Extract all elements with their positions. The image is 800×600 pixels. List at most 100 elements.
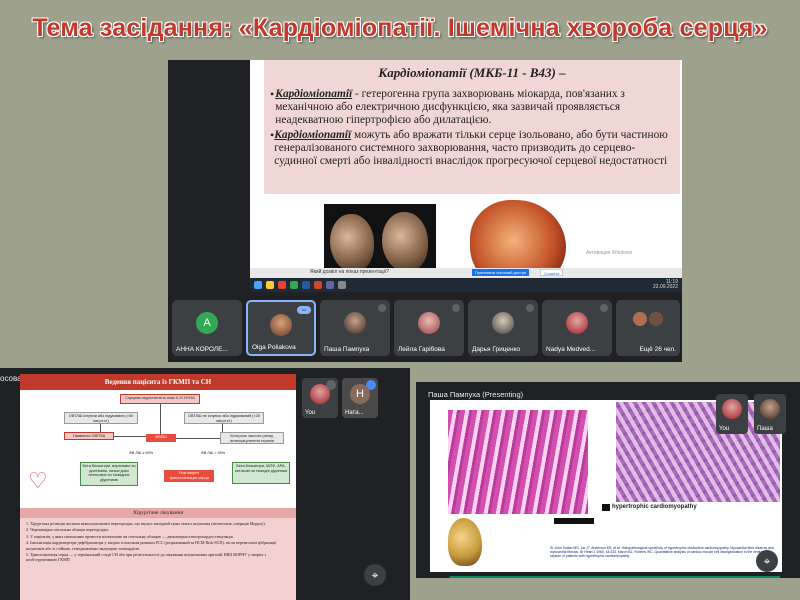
surgical-title: Хірургічне лікування — [20, 508, 296, 518]
avatar: Н — [350, 384, 370, 404]
hide-button[interactable]: Сховати — [540, 269, 564, 276]
avatar — [344, 312, 366, 334]
powerpoint-icon[interactable] — [314, 281, 322, 289]
flow-box: Наявність ОВТЛШ — [64, 432, 114, 440]
participant-name: Nadya Medved... — [546, 346, 596, 353]
presenting-label: Паша Пампуха (Presenting) — [428, 390, 524, 399]
flow-arrow — [160, 404, 161, 434]
start-icon[interactable] — [254, 281, 262, 289]
participant-tile[interactable]: You — [716, 394, 748, 434]
slide-bullet: • Кардіоміопатії - гетерогенна група зах… — [270, 88, 674, 127]
clock-date: 22.09.2022 — [652, 284, 678, 290]
folder-icon[interactable] — [266, 281, 274, 289]
mic-off-icon — [526, 304, 534, 312]
windows-taskbar: 11:19 22.09.2022 — [250, 278, 682, 292]
meeting-screenshot-1: Кардіоміопатії (МКБ-11 - B43) – • Кардіо… — [168, 60, 682, 362]
list-item: 5. Трансплантація серця — у термінальній… — [26, 552, 267, 563]
expand-icon[interactable]: ⌖ — [364, 564, 386, 586]
taskbar-clock: 11:19 22.09.2022 — [653, 280, 678, 290]
avatar — [633, 312, 648, 326]
app-icon[interactable] — [338, 281, 346, 289]
progress-line — [450, 576, 780, 578]
list-item: 2. Черезшкірна септальна абляція перегор… — [26, 527, 109, 533]
participant-name: Olga Poliakova — [252, 344, 296, 351]
avatar — [566, 312, 588, 334]
avatar — [310, 384, 330, 404]
flow-box: ФВ ЛШ ≥ 50% — [128, 451, 154, 455]
participant-name: Лейла Гарібова — [398, 346, 445, 353]
avatar — [722, 399, 742, 419]
participant-name: АННА КОРОЛЕ... — [176, 346, 228, 353]
list-item: 1. Хірургічна резекція частини міжшлуноч… — [26, 521, 266, 526]
flow-box: ОВТЛШ не існуючи або індукований (<30 мм… — [184, 412, 264, 424]
participant-tile[interactable]: A АННА КОРОЛЕ... — [172, 300, 242, 356]
participant-tile[interactable]: Н Ната... — [342, 378, 378, 418]
participant-name: You — [305, 410, 316, 416]
expand-icon[interactable]: ⌖ — [756, 550, 778, 572]
list-item: 3. У пацієнтів, у яких неможливо провест… — [26, 533, 234, 539]
participant-strip: A АННА КОРОЛЕ... ••• Olga Poliakova Паша… — [170, 300, 682, 358]
browser-icon[interactable] — [278, 281, 286, 289]
bullet-term: Кардіоміопатії — [275, 88, 353, 100]
flow-arrow — [222, 424, 223, 432]
stop-sharing-button[interactable]: Припинити спільний доступ — [472, 269, 530, 276]
participant-tile[interactable]: ••• Olga Poliakova — [246, 300, 316, 356]
surgical-list: 1. Хірургічна резекція частини міжшлуноч… — [20, 518, 296, 600]
participant-tile[interactable]: Дарья Гриценко — [468, 300, 538, 356]
flow-box: ОВТЛШ існуючи або індукована (>30 мм.рт.… — [64, 412, 138, 424]
avatar: A — [196, 312, 218, 334]
participant-name: Ната... — [345, 410, 364, 416]
avatar — [270, 314, 292, 336]
avatar — [492, 312, 514, 334]
participant-tile[interactable]: Паша — [754, 394, 786, 434]
meeting-screenshot-3: Паша Пампуха (Presenting) hypertrophic c… — [416, 382, 800, 578]
participant-tile[interactable]: Паша Пампуха — [320, 300, 390, 356]
word-icon[interactable] — [302, 281, 310, 289]
flow-box: Контроль частоти ритму, антикоагулянтна … — [220, 432, 284, 444]
flow-arrow — [176, 438, 220, 439]
flow-box: Бета блокатори, верапаміл чи дилтіазем, … — [80, 462, 138, 486]
participant-name: Паша Пампуха — [324, 346, 370, 353]
heart-image — [448, 518, 482, 566]
heart-outline-icon: ♡ — [28, 468, 48, 493]
references-text: Sr John Sutton MG, Lie JT, Anderson KR, … — [550, 546, 774, 559]
heart-section-image — [324, 204, 436, 278]
participant-name: Паша — [757, 426, 773, 432]
treatment-flowchart: Серцева недостатність клас II-IV NYHA ОВ… — [24, 392, 292, 502]
flow-arrow — [114, 436, 146, 437]
flow-box: Бета блокатори, ІАПФ, АРА, петльові чи т… — [232, 462, 290, 484]
participant-name: You — [719, 426, 730, 432]
flow-box: Серцева недостатність клас II-IV NYHA — [120, 394, 200, 404]
flow-box: ФВЛШ — [146, 434, 176, 442]
bullet-term: Кардіоміопатії — [274, 129, 352, 141]
speaking-indicator-icon: ••• — [297, 306, 311, 314]
more-participants-count: Ещё 26 чел. — [639, 346, 676, 353]
slide-caption: hypertrophic cardiomyopathy — [612, 504, 697, 510]
participant-tile[interactable]: Лейла Гарібова — [394, 300, 464, 356]
avatar — [648, 312, 663, 326]
slide-title: Ведення пацієнта із ГКМП та СН — [20, 374, 296, 390]
avatar — [760, 399, 780, 419]
participant-tile[interactable]: You — [302, 378, 338, 418]
participant-tile[interactable]: Nadya Medved... — [542, 300, 612, 356]
participant-name: Дарья Гриценко — [472, 346, 521, 353]
histology-image-normal — [448, 410, 588, 514]
page-title: Тема засідання: «Кардіоміопатії. Ішемічн… — [32, 14, 768, 42]
avatar — [418, 312, 440, 334]
shared-slide: Кардіоміопатії (МКБ-11 - B43) – • Кардіо… — [250, 60, 682, 290]
more-participants-tile[interactable]: Ещё 26 чел. — [616, 300, 680, 356]
slide-body: • Кардіоміопатії - гетерогенна група зах… — [264, 86, 680, 194]
slide-bullet: • Кардіоміопатії можуть або вражати тіль… — [270, 129, 674, 168]
mic-off-icon — [378, 304, 386, 312]
mic-off-icon — [600, 304, 608, 312]
list-item: 4. Імплантація кардіовертера-дефібрилято… — [26, 540, 277, 551]
flow-box: Розглянути трансплантацію серця — [164, 470, 214, 482]
slide-header: Кардіоміопатії (МКБ-11 - B43) – — [264, 60, 680, 86]
app-icon[interactable] — [290, 281, 298, 289]
shared-slide: Ведення пацієнта із ГКМП та СН Серцева н… — [20, 374, 296, 600]
teams-icon[interactable] — [326, 281, 334, 289]
flow-arrow — [100, 424, 101, 432]
meeting-screenshot-2: осова (Presenting) Ведення пацієнта із Г… — [0, 368, 410, 600]
share-bar-text: Який дозвіл на показ презентації? — [310, 269, 390, 275]
share-bar: Який дозвіл на показ презентації? Припин… — [250, 268, 682, 278]
